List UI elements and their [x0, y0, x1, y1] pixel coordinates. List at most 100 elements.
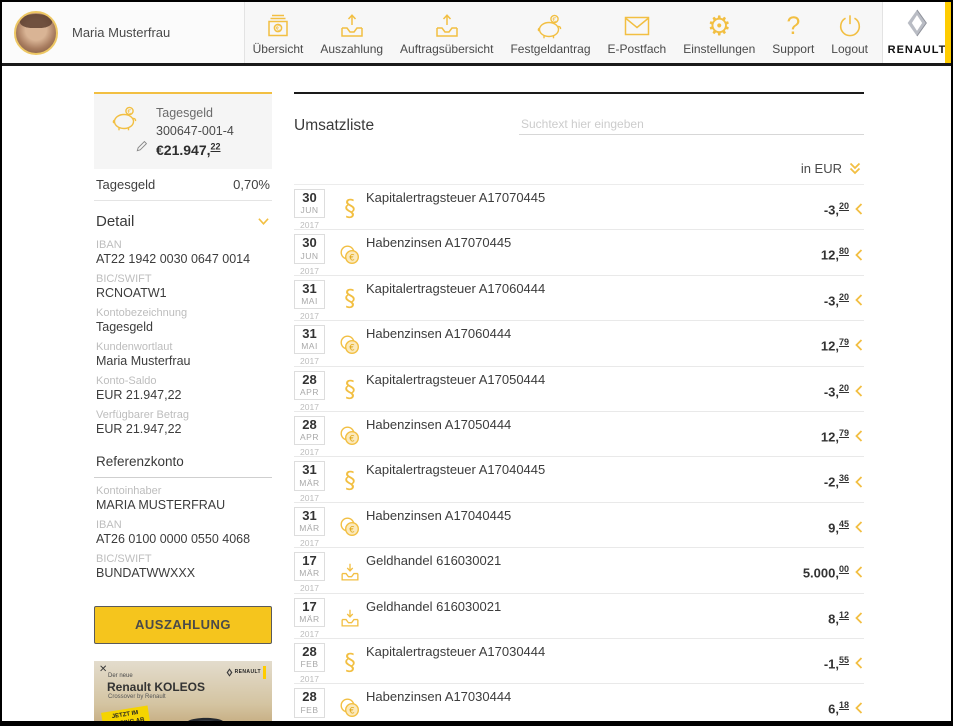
transaction-row[interactable]: 31 MAI 2017 € Habenzinsen A17060444 12,7… [294, 321, 864, 366]
account-summary-card[interactable]: € Tagesgeld 300647-001-4 €21.947,22 [94, 92, 272, 169]
nav-item[interactable]: ? Support [772, 11, 814, 56]
chevron-left-icon[interactable] [855, 702, 863, 714]
date-year: 2017 [294, 266, 325, 276]
transaction-row[interactable]: 31 MÄR 2017 € Habenzinsen A17040445 9,45 [294, 503, 864, 548]
field-label: Kundenwortlaut [96, 341, 270, 353]
field-label: BIC/SWIFT [96, 553, 270, 565]
nav-item[interactable]: E-Postfach [608, 11, 667, 56]
transaction-row[interactable]: 30 JUN 2017 § Kapitalertragsteuer A17070… [294, 185, 864, 230]
transaction-row[interactable]: 28 FEB 2017 § Kapitalertragsteuer A17030… [294, 639, 864, 684]
date-year: 2017 [294, 311, 325, 321]
transaction-date: 28 FEB 2017 [294, 688, 334, 726]
payout-button[interactable]: AUSZAHLUNG [94, 606, 272, 644]
transaction-amount: -3,20 [824, 201, 849, 217]
date-day: 31 [295, 327, 324, 341]
chevron-left-icon[interactable] [855, 612, 863, 624]
interest-rate-row: Tagesgeld 0,70% [94, 169, 272, 201]
date-month: JUN [295, 251, 324, 261]
nav-item[interactable]: Auftragsübersicht [400, 11, 493, 56]
ad-close-icon[interactable]: ✕ [99, 664, 107, 675]
nav-item[interactable]: € Festgeldantrag [510, 11, 590, 56]
chevron-down-icon[interactable] [257, 216, 270, 227]
transaction-row[interactable]: 28 APR 2017 € Habenzinsen A17050444 12,7… [294, 412, 864, 457]
pencil-edit-icon[interactable] [136, 139, 148, 157]
transaction-date: 30 JUN 2017 [294, 189, 334, 229]
date-month: MAI [295, 296, 324, 306]
transaction-amount: 12,80 [821, 246, 849, 262]
detail-field: BIC/SWIFT RCNOATW1 [94, 273, 272, 300]
detail-field: Verfügbarer Betrag EUR 21.947,22 [94, 409, 272, 436]
chevron-left-icon[interactable] [855, 339, 863, 351]
reference-field: BIC/SWIFT BUNDATWWXXX [94, 553, 272, 580]
transaction-amount: -1,55 [824, 655, 849, 671]
date-day: 28 [295, 418, 324, 432]
currency-label: in EUR [801, 161, 842, 176]
transaction-description: Kapitalertragsteuer A17050444 [366, 371, 545, 411]
nav-item[interactable]: ⚙ Einstellungen [683, 11, 755, 56]
nav-item[interactable]: Logout [831, 11, 868, 56]
transaction-row[interactable]: 17 MÄR 2017 Geldhandel 616030021 8,12 [294, 594, 864, 639]
transactions-panel: Umsatzliste in EUR 30 JUN 20 [294, 92, 864, 726]
renault-diamond-logo-icon [226, 668, 233, 677]
field-value: AT22 1942 0030 0647 0014 [96, 252, 270, 266]
reference-account-header: Referenzkonto [94, 454, 272, 478]
koleos-ad-banner[interactable]: ✕ Der neue Renault KOLEOS Crossover by R… [94, 661, 272, 726]
double-chevron-down-icon[interactable] [848, 161, 862, 176]
transaction-row[interactable]: 31 MAI 2017 § Kapitalertragsteuer A17060… [294, 276, 864, 321]
transaction-date: 28 FEB 2017 [294, 643, 334, 683]
transaction-description: Habenzinsen A17030444 [366, 688, 511, 726]
date-day: 28 [295, 373, 324, 387]
search-input[interactable] [519, 114, 864, 135]
chevron-left-icon[interactable] [855, 566, 863, 578]
field-label: BIC/SWIFT [96, 273, 270, 285]
page-title: Umsatzliste [294, 117, 374, 135]
tray-arrow-down-icon [334, 598, 366, 638]
account-sidebar: € Tagesgeld 300647-001-4 €21.947,22 Tage… [94, 92, 272, 726]
nav-item[interactable]: € Übersicht [253, 11, 304, 56]
transaction-date: 17 MÄR 2017 [294, 598, 334, 638]
chevron-left-icon[interactable] [855, 521, 863, 533]
transaction-row[interactable]: 31 MÄR 2017 § Kapitalertragsteuer A17040… [294, 457, 864, 502]
chevron-left-icon[interactable] [855, 294, 863, 306]
chevron-left-icon[interactable] [855, 657, 863, 669]
nav-item-label: Übersicht [253, 42, 304, 56]
transaction-row[interactable]: 28 FEB 2017 € Habenzinsen A17030444 6,18 [294, 684, 864, 726]
envelope-icon [623, 11, 651, 41]
coins-icon: € [334, 507, 366, 547]
reference-fields: Kontoinhaber MARIA MUSTERFRAU IBAN AT26 … [94, 485, 272, 580]
date-year: 2017 [294, 356, 325, 366]
currency-sort-row[interactable]: in EUR [294, 139, 864, 184]
content-area: € Tagesgeld 300647-001-4 €21.947,22 Tage… [2, 66, 951, 726]
transaction-amount: -3,20 [824, 292, 849, 308]
chevron-left-icon[interactable] [855, 476, 863, 488]
rate-value: 0,70% [233, 177, 270, 192]
field-value: EUR 21.947,22 [96, 388, 270, 402]
ad-brand-bar [263, 666, 266, 679]
detail-field: Kontobezeichnung Tagesgeld [94, 307, 272, 334]
detail-section-header[interactable]: Detail [94, 201, 272, 232]
svg-text:€: € [349, 434, 354, 444]
date-month: MÄR [295, 568, 324, 578]
chevron-left-icon[interactable] [855, 249, 863, 261]
transaction-row[interactable]: 17 MÄR 2017 Geldhandel 616030021 5.000,0… [294, 548, 864, 593]
chevron-left-icon[interactable] [855, 385, 863, 397]
nav-item[interactable]: Auszahlung [320, 11, 383, 56]
nav-item-label: Auszahlung [320, 42, 383, 56]
transaction-amount: 5.000,00 [803, 564, 849, 580]
coins-icon: € [334, 416, 366, 456]
paragraph-icon: § [334, 461, 366, 501]
reference-field: IBAN AT26 0100 0000 0550 4068 [94, 519, 272, 546]
date-box: 28 APR [294, 416, 325, 445]
transaction-description: Habenzinsen A17070445 [366, 234, 511, 274]
transaction-description: Kapitalertragsteuer A17070445 [366, 189, 545, 229]
date-day: 17 [295, 554, 324, 568]
transaction-row[interactable]: 28 APR 2017 § Kapitalertragsteuer A17050… [294, 367, 864, 412]
reference-field: Kontoinhaber MARIA MUSTERFRAU [94, 485, 272, 512]
field-value: EUR 21.947,22 [96, 422, 270, 436]
user-avatar[interactable] [14, 11, 58, 55]
chevron-left-icon[interactable] [855, 203, 863, 215]
nav-item-label: Auftragsübersicht [400, 42, 493, 56]
transaction-row[interactable]: 30 JUN 2017 € Habenzinsen A17070445 12,8… [294, 230, 864, 275]
ad-subtitle: Crossover by Renault [108, 694, 166, 700]
chevron-left-icon[interactable] [855, 430, 863, 442]
